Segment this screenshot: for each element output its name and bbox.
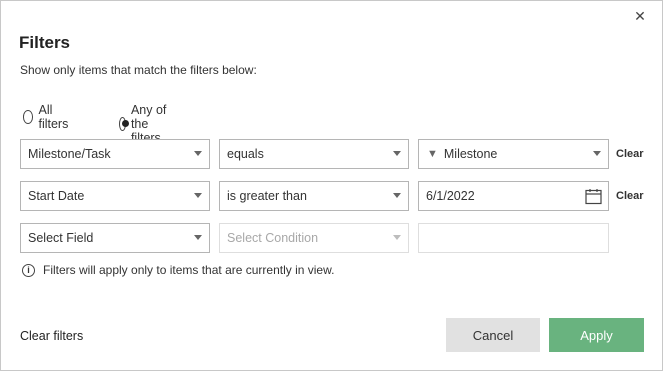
field-select[interactable]: Select Field — [20, 223, 210, 253]
radio-button-unchecked[interactable] — [23, 110, 34, 124]
dialog-title: Filters — [19, 33, 71, 52]
info-text: Filters will apply only to items that ar… — [43, 263, 335, 277]
radio-button-checked[interactable] — [119, 117, 129, 131]
chevron-down-icon — [393, 235, 401, 240]
filters-dialog: ✕ Filters Show only items that match the… — [0, 0, 663, 371]
funnel-icon: ▼ — [427, 148, 438, 160]
clear-row-button[interactable]: Clear — [616, 148, 644, 160]
chevron-down-icon — [393, 151, 401, 156]
chevron-down-icon — [593, 151, 601, 156]
value-select-value: Milestone — [443, 147, 498, 161]
cancel-button[interactable]: Cancel — [446, 318, 540, 352]
field-select-value: Milestone/Task — [28, 147, 111, 161]
condition-select-value: equals — [227, 147, 264, 161]
chevron-down-icon — [194, 151, 202, 156]
date-input[interactable]: 6/1/2022 — [418, 181, 609, 211]
chevron-down-icon — [393, 193, 401, 198]
info-message: i Filters will apply only to items that … — [22, 263, 334, 277]
field-select-value: Start Date — [28, 189, 85, 203]
condition-select-value: is greater than — [227, 189, 307, 203]
condition-select-placeholder: Select Condition — [227, 231, 319, 245]
clear-filters-button[interactable]: Clear filters — [20, 329, 83, 343]
chevron-down-icon — [194, 193, 202, 198]
radio-all-filters[interactable]: All filters — [23, 103, 72, 131]
condition-select[interactable]: equals — [219, 139, 409, 169]
value-select[interactable]: ▼ Milestone — [418, 139, 609, 169]
dialog-subtitle: Show only items that match the filters b… — [20, 63, 257, 77]
chevron-down-icon — [194, 235, 202, 240]
field-select[interactable]: Start Date — [20, 181, 210, 211]
field-select[interactable]: Milestone/Task — [20, 139, 210, 169]
info-icon: i — [22, 263, 35, 277]
condition-select: Select Condition — [219, 223, 409, 253]
date-input-value: 6/1/2022 — [426, 189, 475, 203]
radio-label: All filters — [38, 103, 69, 131]
calendar-icon[interactable] — [585, 188, 602, 205]
close-icon[interactable]: ✕ — [631, 7, 649, 25]
clear-row-button[interactable]: Clear — [616, 190, 644, 202]
field-select-placeholder: Select Field — [28, 231, 94, 245]
condition-select[interactable]: is greater than — [219, 181, 409, 211]
value-input — [418, 223, 609, 253]
apply-button[interactable]: Apply — [549, 318, 644, 352]
